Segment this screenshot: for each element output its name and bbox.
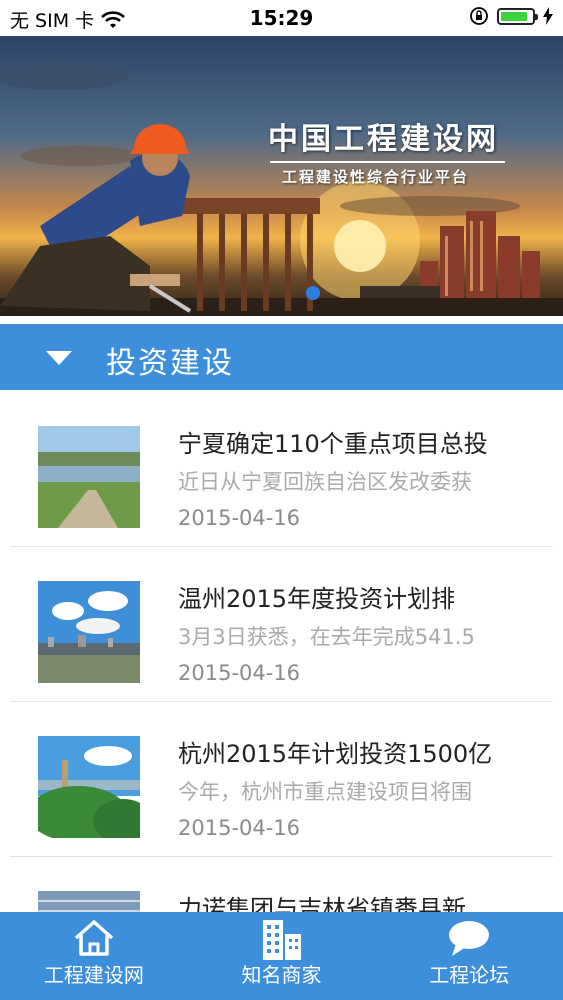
news-thumbnail bbox=[38, 581, 140, 683]
tab-label: 工程论坛 bbox=[429, 963, 510, 987]
battery-fill bbox=[501, 11, 527, 21]
tab-label: 知名商家 bbox=[241, 963, 322, 987]
orientation-lock-icon bbox=[470, 7, 488, 25]
news-date: 2015-04-16 bbox=[178, 816, 301, 840]
tab-bar: 工程建设网 知名商家 工程论坛 bbox=[0, 912, 563, 1000]
home-icon bbox=[74, 920, 113, 956]
battery-icon bbox=[497, 7, 538, 25]
status-right bbox=[469, 6, 553, 26]
section-title: 投资建设 bbox=[106, 346, 234, 381]
tab-home[interactable]: 工程建设网 bbox=[0, 912, 188, 1000]
tab-forum[interactable]: 工程论坛 bbox=[375, 912, 563, 1000]
news-snippet: 近日从宁夏回族自治区发改委获 bbox=[178, 470, 472, 494]
news-list: 宁夏确定110个重点项目总投 近日从宁夏回族自治区发改委获 2015-04-16… bbox=[0, 392, 563, 1000]
banner-divider bbox=[270, 161, 505, 163]
section-header[interactable]: 投资建设 bbox=[0, 324, 563, 390]
banner-subtitle: 工程建设性综合行业平台 bbox=[282, 168, 470, 186]
triangle-down-icon bbox=[46, 351, 72, 365]
tab-merchants[interactable]: 知名商家 bbox=[188, 912, 376, 1000]
banner-title: 中国工程建设网 bbox=[268, 122, 499, 157]
news-thumbnail bbox=[38, 736, 140, 838]
news-thumbnail bbox=[38, 426, 140, 528]
charging-bolt-icon bbox=[543, 7, 553, 25]
banner-carousel[interactable]: 中国工程建设网 工程建设性综合行业平台 bbox=[0, 36, 563, 316]
status-bar: 无 SIM 卡 15:29 bbox=[0, 0, 563, 36]
news-title: 杭州2015年计划投资1500亿 bbox=[178, 740, 493, 768]
news-item[interactable]: 宁夏确定110个重点项目总投 近日从宁夏回族自治区发改委获 2015-04-16 bbox=[0, 392, 563, 547]
tab-label: 工程建设网 bbox=[43, 963, 144, 987]
news-date: 2015-04-16 bbox=[178, 661, 301, 685]
news-item[interactable]: 杭州2015年计划投资1500亿 今年，杭州市重点建设项目将围 2015-04-… bbox=[0, 702, 563, 857]
app-screen: 无 SIM 卡 15:29 中国工程建设网 工程建设性综合行业平台 投资建设 宁… bbox=[0, 0, 563, 1000]
news-snippet: 今年，杭州市重点建设项目将围 bbox=[178, 780, 472, 804]
chat-bubble-icon bbox=[449, 921, 490, 956]
buildings-icon bbox=[262, 920, 301, 960]
carousel-page-indicator[interactable] bbox=[306, 286, 320, 300]
news-item[interactable]: 温州2015年度投资计划排 3月3日获悉，在去年完成541.5 2015-04-… bbox=[0, 547, 563, 702]
news-title: 温州2015年度投资计划排 bbox=[178, 585, 456, 613]
news-snippet: 3月3日获悉，在去年完成541.5 bbox=[178, 625, 475, 649]
news-title: 宁夏确定110个重点项目总投 bbox=[178, 430, 488, 458]
news-date: 2015-04-16 bbox=[178, 506, 301, 530]
